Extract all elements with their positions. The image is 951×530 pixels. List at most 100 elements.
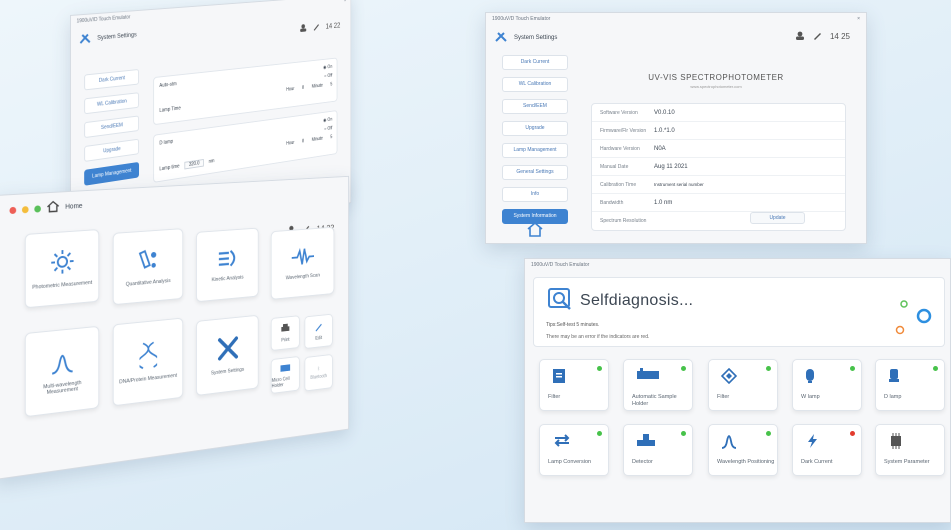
- home-icon[interactable]: [526, 221, 544, 242]
- maximize-dot-icon[interactable]: [34, 204, 41, 213]
- chip-icon: [888, 433, 904, 454]
- radio-off-label: Off: [327, 73, 333, 79]
- diag-item-system-parameter: System Parameter: [875, 424, 945, 476]
- diag-label: Filter: [548, 394, 561, 400]
- minimize-dot-icon[interactable]: [21, 205, 29, 213]
- info-row: Manual Date Aug 11 2021: [592, 158, 845, 176]
- print-label: Print: [281, 336, 290, 344]
- tile-multi-wavelength[interactable]: Multi-wavelength Measurement: [24, 325, 100, 418]
- status-dot: [766, 431, 771, 436]
- window-title: 1900uV/D Touch Emulator: [76, 14, 131, 25]
- update-button[interactable]: Update: [750, 212, 805, 224]
- product-subheading: www.spectrophotometer.com: [690, 84, 742, 89]
- system-info-window: 1900uV/D Touch Emulator × System Setting…: [485, 12, 867, 244]
- tile-label: Quantitative Analysis: [125, 277, 171, 288]
- document-icon: [552, 368, 566, 389]
- hour-value[interactable]: 0: [302, 85, 304, 91]
- radio-off[interactable]: ○ Off: [324, 126, 332, 132]
- title-bar: 1900uV/D Touch Emulator ×: [486, 13, 866, 27]
- close-dot-icon[interactable]: [9, 206, 17, 214]
- window-title: 1900uV/D Touch Emulator: [531, 262, 590, 268]
- radio-off-label: Off: [327, 125, 333, 132]
- sidebar-item-info[interactable]: Info: [502, 187, 568, 202]
- panel-label: D lamp: [159, 138, 174, 147]
- info-value: 1.0.*1.0: [654, 127, 675, 134]
- diag-item-d-lamp: D lamp: [875, 359, 945, 411]
- panel-label: Auto-stm: [159, 81, 177, 89]
- tile-label: Multi-wavelength Measurement: [43, 379, 82, 396]
- user-icon[interactable]: [795, 31, 805, 42]
- sidebar-item-send-eem[interactable]: Send/EEM: [502, 99, 568, 114]
- sidebar-item-lamp-management[interactable]: Lamp Management: [84, 161, 140, 186]
- tile-dna-protein[interactable]: DNA/Protein Measurement: [112, 317, 184, 407]
- info-row: Calibration Time Instrument serial number: [592, 176, 845, 194]
- header-label: System Settings: [514, 35, 558, 41]
- tile-kinetic-analysis[interactable]: Kinetic Analysis: [196, 227, 259, 303]
- sidebar-item-general-settings[interactable]: General Settings: [502, 165, 568, 180]
- tile-label: Kinetic Analysis: [211, 274, 244, 283]
- status-area: 14 25: [795, 31, 850, 42]
- info-table: Software Version V0.0.10 Firmware/Flr Ver…: [591, 103, 846, 231]
- radio-off[interactable]: ○ Off: [324, 73, 332, 79]
- home-icon[interactable]: [47, 200, 60, 215]
- diag-label: System Parameter: [884, 459, 930, 465]
- sidebar-item-upgrade[interactable]: Upgrade: [502, 121, 568, 136]
- bulb-icon: [805, 368, 815, 389]
- title-bar: 1900uV/D Touch Emulator: [525, 259, 950, 273]
- diag-label: D lamp: [884, 394, 902, 400]
- clock-text: 14 22: [325, 21, 341, 31]
- diag-item-filter: Filter: [539, 359, 609, 411]
- pen-icon[interactable]: [813, 31, 822, 42]
- hour-value[interactable]: 0: [302, 139, 304, 145]
- lamp-time-label: Lamp time: [159, 163, 180, 173]
- tile-system-settings[interactable]: System Settings: [196, 314, 259, 396]
- info-value: Instrument serial number: [654, 182, 704, 187]
- bluetooth-button[interactable]: ᛒ Bluetooth: [304, 353, 333, 392]
- molecule-icon: [137, 246, 160, 274]
- diag-label: W lamp: [801, 394, 820, 400]
- micro-cell-holder-button[interactable]: Micro Cell Holder: [270, 355, 300, 394]
- minute-value[interactable]: 5: [330, 134, 332, 140]
- info-heading: UV-VIS SPECTROPHOTOMETER www.spectrophot…: [586, 73, 846, 89]
- minute-value[interactable]: 5: [330, 82, 332, 88]
- sun-icon: [50, 248, 74, 277]
- tile-photometric-measurement[interactable]: Photometric Measurement: [24, 229, 100, 309]
- sidebar-item-dark-current[interactable]: Dark Current: [502, 55, 568, 70]
- edit-label: Edit: [315, 334, 323, 342]
- status-area: 14 22: [299, 20, 340, 33]
- sidebar-item-dark-current[interactable]: Dark Current: [84, 68, 140, 91]
- wavelength-field[interactable]: 320.0: [184, 158, 204, 170]
- pen-icon[interactable]: [313, 22, 320, 32]
- settings-sidebar: Dark Current WL Calibration Send/EEM Upg…: [502, 55, 568, 231]
- selfdiagnosis-banner: Selfdiagnosis... Tips:Self-test 5 minute…: [533, 277, 945, 347]
- sidebar-item-wl-calibration[interactable]: WL Calibration: [502, 77, 568, 92]
- radio-on[interactable]: ◉ On: [323, 117, 332, 124]
- swap-arrows-icon: [552, 433, 572, 452]
- tile-quantitative-analysis[interactable]: Quantitative Analysis: [112, 228, 184, 306]
- tile-wavelength-scan[interactable]: Wavelength Scan: [270, 226, 335, 300]
- sidebar-item-lamp-management[interactable]: Lamp Management: [502, 143, 568, 158]
- radio-on-label: On: [327, 116, 333, 123]
- info-value: 1.0 nm: [654, 199, 673, 206]
- user-icon[interactable]: [299, 23, 307, 33]
- status-dot: [597, 366, 602, 371]
- unit-label: nm: [208, 158, 215, 165]
- info-row: Firmware/Flr Version 1.0.*1.0: [592, 122, 845, 140]
- sidebar-item-upgrade[interactable]: Upgrade: [84, 138, 140, 162]
- lamp-time-label: Lamp Time: [159, 105, 181, 114]
- info-value: N0A: [654, 145, 666, 152]
- sidebar-item-wl-calibration[interactable]: WL Calibration: [84, 92, 140, 115]
- radio-on[interactable]: ◉ On: [323, 64, 332, 70]
- diag-label: Lamp Conversion: [548, 459, 592, 465]
- hour-label: Hour: [286, 86, 295, 93]
- diag-label: Filter: [717, 394, 730, 400]
- diag-label: Detector: [632, 459, 653, 465]
- tip-text: Tips:Self-test 5 minutes.: [546, 322, 600, 328]
- info-value: Aug 11 2021: [654, 163, 688, 170]
- close-icon[interactable]: ×: [857, 16, 860, 24]
- waveform-icon: [291, 246, 315, 270]
- sidebar-item-send-eem[interactable]: Send/EEM: [84, 115, 140, 139]
- edit-button[interactable]: Edit: [304, 313, 333, 350]
- close-icon[interactable]: ×: [344, 0, 346, 5]
- print-button[interactable]: Print: [270, 315, 300, 352]
